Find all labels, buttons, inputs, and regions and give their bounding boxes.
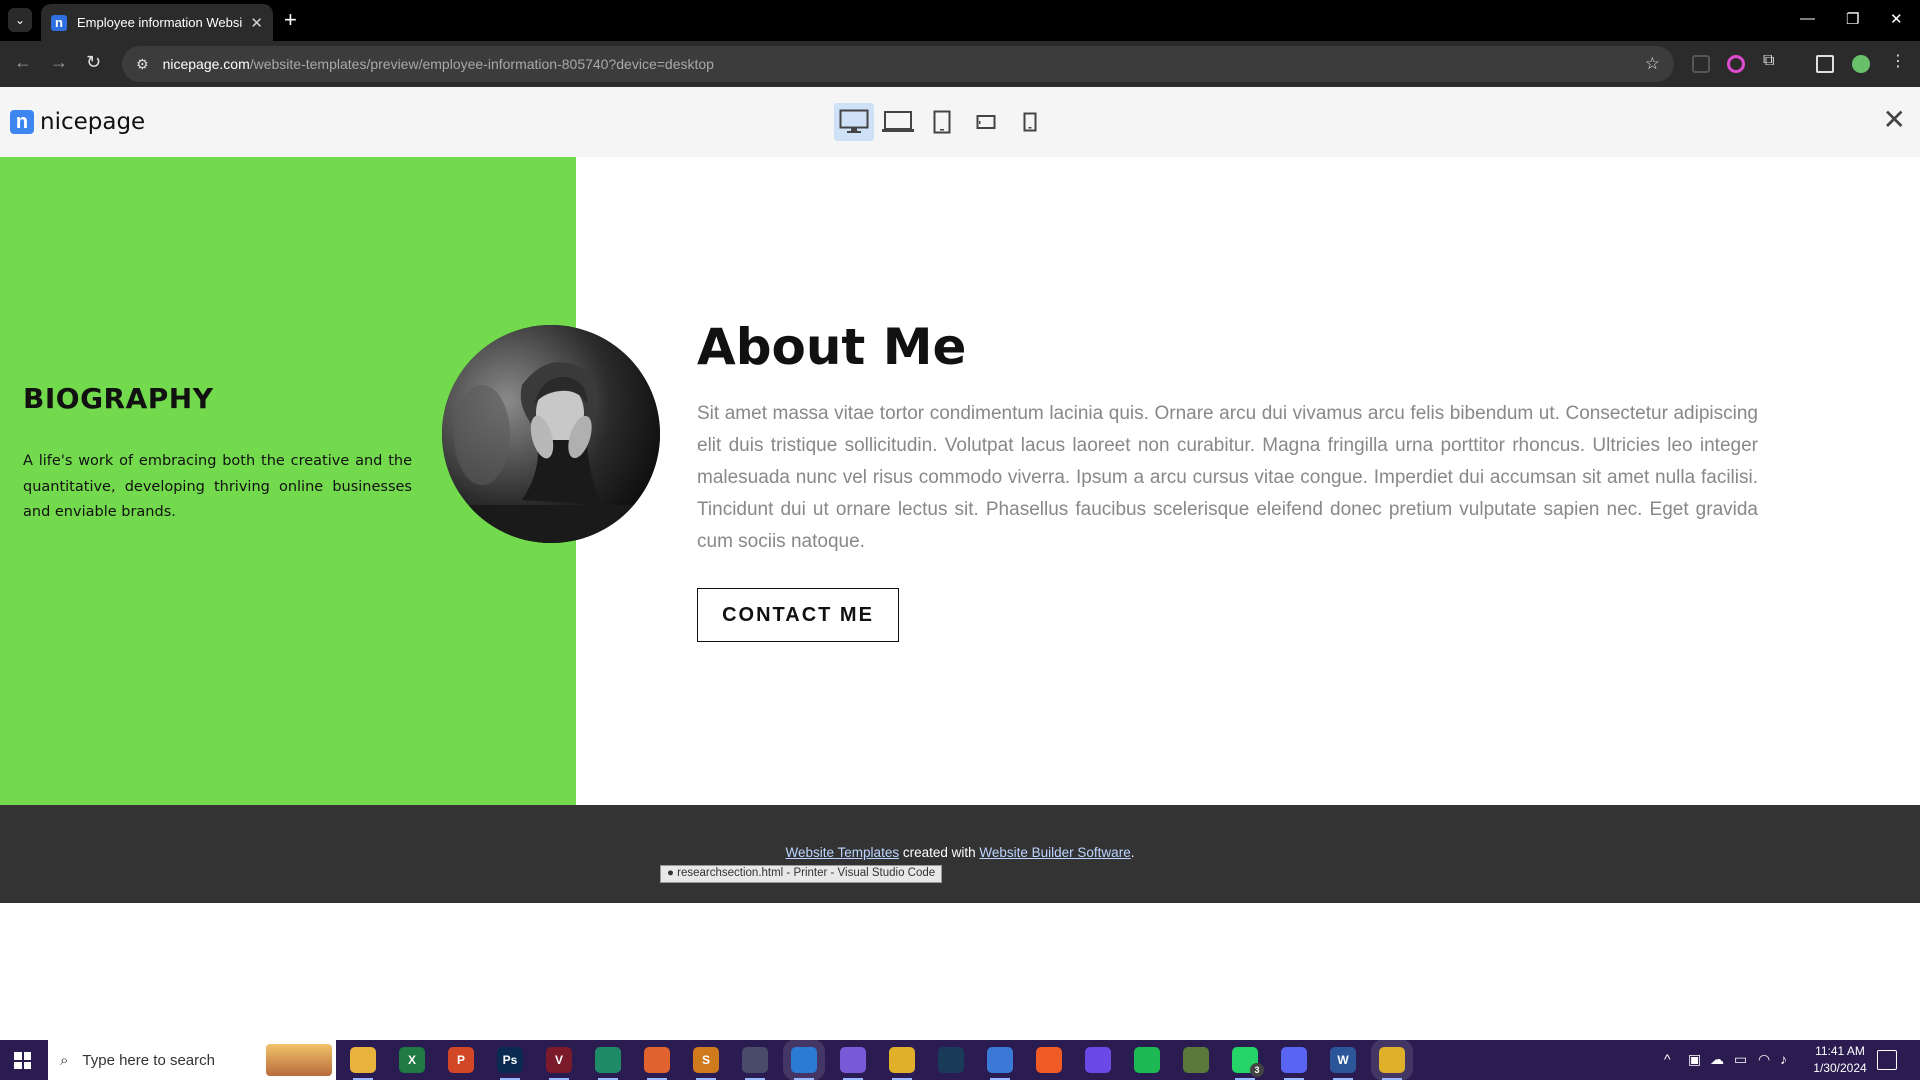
- browser-tab-active[interactable]: n Employee information Website ✕: [41, 4, 273, 41]
- chevron-down-icon: ⌄: [14, 13, 26, 27]
- url-host: nicepage.com: [162, 56, 250, 72]
- taskbar-chrome-icon[interactable]: [889, 1047, 915, 1080]
- taskbar-proton-icon[interactable]: [1085, 1047, 1111, 1073]
- nicepage-logo[interactable]: n nicepage: [10, 109, 145, 135]
- restore-icon[interactable]: ❐: [1846, 10, 1859, 28]
- notification-center-icon[interactable]: [1877, 1050, 1897, 1070]
- url-path: /website-templates/preview/employee-info…: [249, 56, 714, 72]
- website-templates-link[interactable]: Website Templates: [786, 845, 900, 860]
- whatsapp-unread-badge: 3: [1250, 1063, 1264, 1077]
- portrait-image: [442, 325, 660, 543]
- taskbar-chrome-active-icon[interactable]: [1379, 1047, 1405, 1080]
- device-laptop-button[interactable]: [878, 103, 918, 141]
- taskbar-spotify-icon[interactable]: [1134, 1047, 1160, 1073]
- windows-start-icon[interactable]: [14, 1052, 31, 1069]
- device-desktop-large-button[interactable]: [834, 103, 874, 141]
- device-phone-button[interactable]: [1010, 103, 1050, 141]
- battery-icon[interactable]: ▭: [1734, 1051, 1747, 1068]
- website-builder-link[interactable]: Website Builder Software: [979, 845, 1130, 860]
- taskbar-tooltip: ● researchsection.html - Printer - Visua…: [660, 865, 943, 883]
- close-preview-icon[interactable]: ✕: [1883, 103, 1906, 136]
- laptop-icon: [882, 111, 914, 132]
- biography-heading: BIOGRAPHY: [23, 382, 214, 415]
- device-tablet-button[interactable]: [922, 103, 962, 141]
- taskbar-viber-icon[interactable]: [840, 1047, 866, 1080]
- taskbar-sublime-merge-icon[interactable]: [595, 1047, 621, 1080]
- forward-arrow-icon[interactable]: →: [50, 52, 68, 73]
- phone-icon: [1023, 112, 1037, 132]
- taskbar-steam-icon[interactable]: [938, 1047, 964, 1073]
- reload-icon[interactable]: ↻: [86, 52, 101, 73]
- taskbar-word-icon[interactable]: W: [1330, 1047, 1356, 1080]
- taskbar-vectr-icon[interactable]: V: [546, 1047, 572, 1080]
- device-phone-landscape-button[interactable]: [966, 103, 1006, 141]
- phone-landscape-icon: [976, 115, 996, 129]
- tab-close-icon[interactable]: ✕: [250, 14, 263, 32]
- new-tab-button[interactable]: +: [284, 8, 297, 32]
- taskbar-file-explorer-icon[interactable]: [350, 1047, 376, 1080]
- taskbar-vscode-icon[interactable]: [791, 1047, 817, 1080]
- desktop-monitor-icon: [839, 109, 869, 133]
- footer-middle-text: created with: [899, 845, 980, 860]
- address-bar[interactable]: ⚙ nicepage.com /website-templates/previe…: [122, 46, 1674, 82]
- tab-title: Employee information Website: [77, 15, 242, 30]
- footer-credit: Website Templates created with Website B…: [0, 845, 1920, 860]
- taskbar-brave-icon[interactable]: [1036, 1047, 1062, 1073]
- taskbar-powerpoint-icon[interactable]: P: [448, 1047, 474, 1073]
- taskbar-search-box[interactable]: ⌕ Type here to search: [48, 1040, 336, 1080]
- nicepage-logo-text: nicepage: [40, 109, 146, 135]
- wifi-icon[interactable]: ◠: [1758, 1051, 1770, 1068]
- volume-icon[interactable]: ♪: [1780, 1051, 1787, 1067]
- windows-taskbar: ⌕ Type here to search X P Ps V S 3 W ^ ▣ ☁ ▭ ◠…: [0, 1040, 1920, 1080]
- site-footer: Website Templates created with Website B…: [0, 805, 1920, 903]
- meet-now-icon[interactable]: ▣: [1688, 1051, 1701, 1068]
- browser-tab-bar: ⌄ n Employee information Website ✕ + — ❐…: [0, 0, 1920, 41]
- taskbar-discord-icon[interactable]: [1281, 1047, 1307, 1080]
- tablet-icon: [933, 110, 951, 134]
- nicepage-logo-mark: n: [10, 110, 34, 134]
- preview-header: n nicepage ✕: [0, 87, 1920, 157]
- about-text: Sit amet massa vitae tortor condimentum …: [697, 403, 1758, 552]
- minimize-icon[interactable]: —: [1800, 10, 1815, 27]
- taskbar-whatsapp-icon[interactable]: 3: [1232, 1047, 1264, 1080]
- clock-time: 11:41 AM: [1815, 1044, 1865, 1058]
- show-hidden-icons-icon[interactable]: ^: [1664, 1051, 1671, 1067]
- portrait-photo: [442, 325, 660, 543]
- tab-search-button[interactable]: ⌄: [8, 8, 32, 32]
- biography-text: A life's work of embracing both the crea…: [23, 453, 412, 520]
- side-panel-icon[interactable]: [1816, 55, 1834, 73]
- onedrive-cloud-icon[interactable]: ☁: [1710, 1051, 1724, 1068]
- profile-avatar[interactable]: [1852, 55, 1870, 73]
- taskbar-clock[interactable]: 11:41 AM 1/30/2024: [1808, 1043, 1872, 1077]
- more-menu-icon[interactable]: ⋮: [1890, 51, 1908, 70]
- extension-color-icon[interactable]: [1727, 55, 1745, 73]
- taskbar-excel-icon[interactable]: X: [399, 1047, 425, 1073]
- taskbar-xampp-icon[interactable]: [644, 1047, 670, 1080]
- taskbar-photoshop-icon[interactable]: Ps: [497, 1047, 523, 1080]
- extensions-puzzle-icon[interactable]: ⧉: [1763, 52, 1781, 70]
- footer-end-text: .: [1130, 845, 1135, 860]
- clock-date: 1/30/2024: [1813, 1061, 1867, 1075]
- site-info-icon[interactable]: ⚙: [136, 56, 149, 73]
- search-icon: ⌕: [60, 1051, 69, 1069]
- bookmark-star-icon[interactable]: ☆: [1645, 54, 1660, 74]
- taskbar-inkscape-icon[interactable]: [742, 1047, 768, 1080]
- taskbar-minecraft-icon[interactable]: [1183, 1047, 1209, 1073]
- taskbar-chrome-profile-icon[interactable]: [987, 1047, 1013, 1080]
- about-title: About Me: [697, 318, 967, 376]
- search-highlight-image: [266, 1044, 332, 1076]
- search-placeholder: Type here to search: [82, 1051, 215, 1069]
- cast-icon[interactable]: [1692, 55, 1710, 73]
- browser-toolbar: ← → ↻ ⚙ nicepage.com /website-templates/…: [0, 41, 1920, 87]
- contact-me-button[interactable]: CONTACT ME: [697, 588, 899, 642]
- close-window-icon[interactable]: ✕: [1890, 10, 1903, 28]
- taskbar-sublime-text-icon[interactable]: S: [693, 1047, 719, 1080]
- nicepage-favicon-icon: n: [51, 14, 67, 31]
- back-arrow-icon[interactable]: ←: [14, 52, 32, 73]
